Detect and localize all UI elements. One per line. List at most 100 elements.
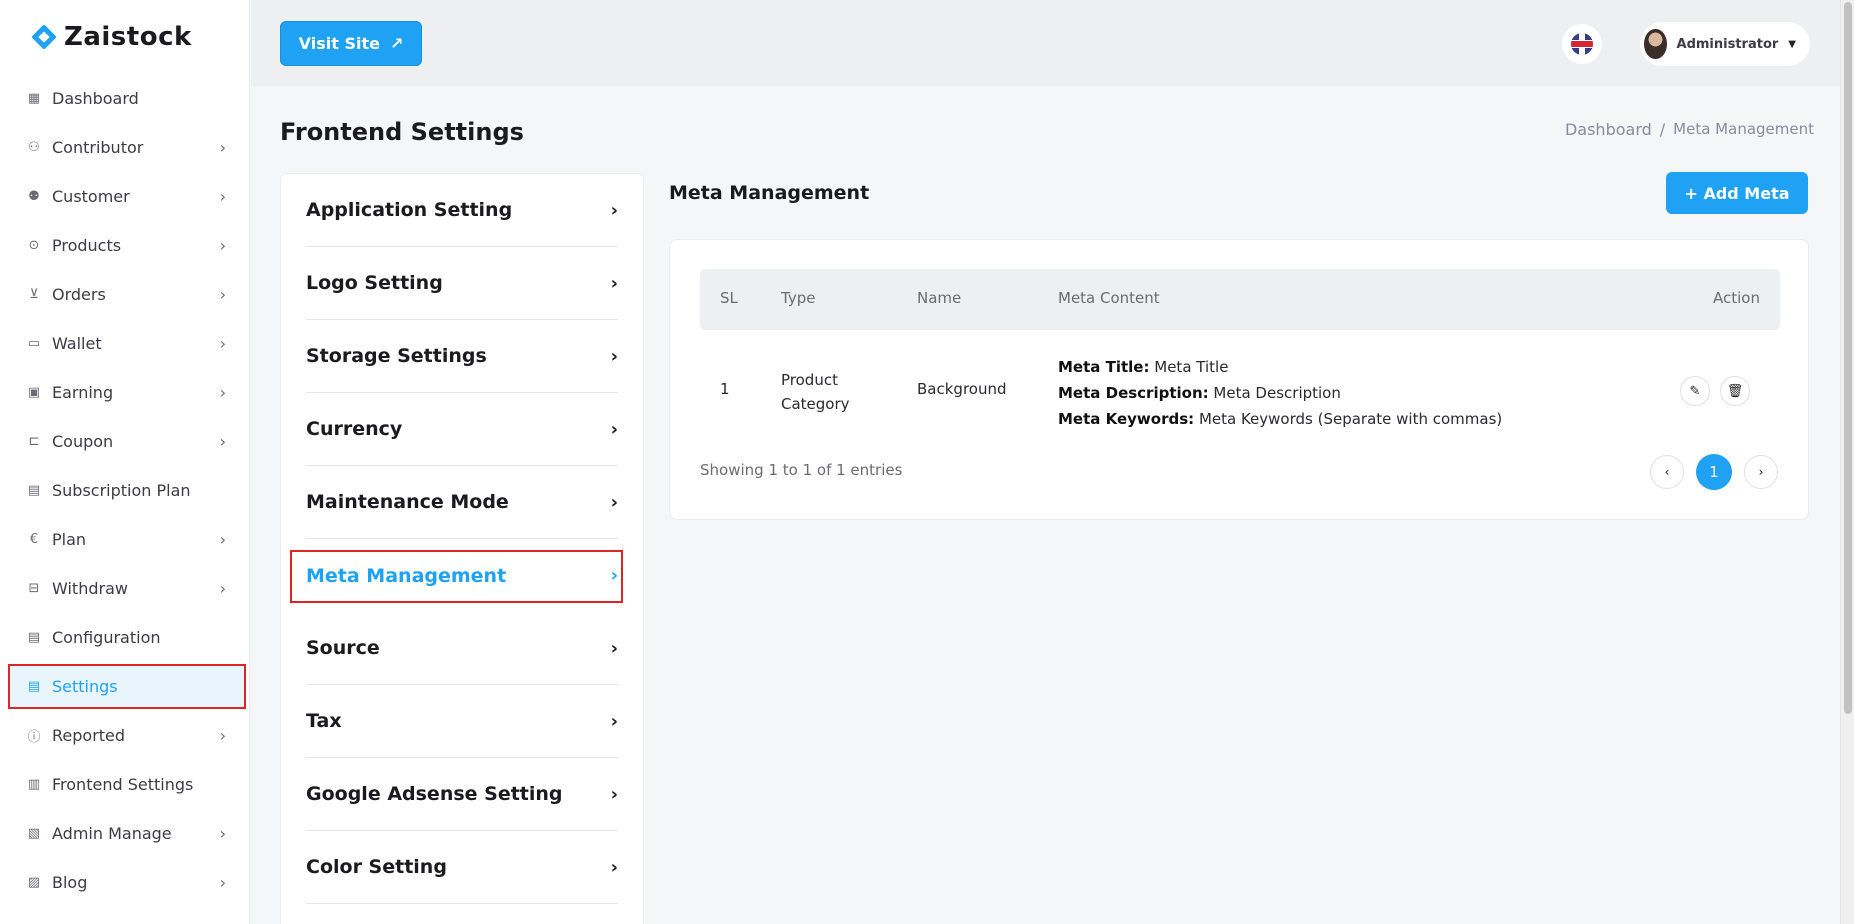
settings-menu-item-application-setting[interactable]: Application Setting › bbox=[306, 174, 618, 247]
settings-menu-item-source[interactable]: Source › bbox=[306, 612, 618, 685]
chevron-right-icon: › bbox=[219, 579, 226, 598]
settings-menu-item-logo-setting[interactable]: Logo Setting › bbox=[306, 247, 618, 320]
sidebar-item-label: Earning bbox=[52, 383, 114, 402]
breadcrumb-dashboard[interactable]: Dashboard bbox=[1565, 120, 1652, 139]
blog-icon: ▨ bbox=[27, 875, 41, 890]
sidebar-item-earning[interactable]: ▣ Earning › bbox=[8, 368, 246, 417]
breadcrumb-separator: / bbox=[1659, 120, 1666, 139]
settings-menu-label: Tax bbox=[306, 710, 342, 732]
settings-menu-item-maintenance-mode[interactable]: Maintenance Mode › bbox=[306, 466, 618, 539]
edit-button[interactable]: ✎ bbox=[1680, 376, 1710, 406]
settings-menu-label: Logo Setting bbox=[306, 272, 443, 294]
meta-title-value: Meta Title bbox=[1154, 358, 1229, 376]
sidebar-item-label: Reported bbox=[52, 726, 126, 745]
column-header-meta-content: Meta Content bbox=[1058, 289, 1160, 307]
sidebar-item-subscription-plan[interactable]: ▤ Subscription Plan bbox=[8, 466, 246, 515]
previous-page-button[interactable]: ‹ bbox=[1650, 455, 1684, 489]
sidebar-item-contributor[interactable]: ⚇ Contributor › bbox=[8, 123, 246, 172]
visit-site-label: Visit Site bbox=[298, 34, 380, 53]
sidebar-item-blog[interactable]: ▨ Blog › bbox=[8, 858, 246, 907]
sidebar-item-admin-manage[interactable]: ▧ Admin Manage › bbox=[8, 809, 246, 858]
vertical-scrollbar[interactable] bbox=[1840, 0, 1854, 924]
chevron-right-icon: › bbox=[219, 236, 226, 255]
settings-menu-item-currency[interactable]: Currency › bbox=[306, 393, 618, 466]
settings-menu-item-color-setting[interactable]: Color Setting › bbox=[306, 831, 618, 904]
sidebar-item-products[interactable]: ⊙ Products › bbox=[8, 221, 246, 270]
chevron-right-icon: › bbox=[610, 637, 618, 659]
meta-keywords-value: Meta Keywords (Separate with commas) bbox=[1198, 410, 1503, 428]
meta-title-label: Meta Title: bbox=[1058, 358, 1150, 376]
chevron-right-icon: › bbox=[219, 530, 226, 549]
cash-icon: ▣ bbox=[27, 385, 41, 400]
column-header-type: Type bbox=[781, 289, 816, 307]
settings-menu-label: Currency bbox=[306, 418, 403, 440]
sidebar-item-withdraw[interactable]: ⊟ Withdraw › bbox=[8, 564, 246, 613]
sidebar-item-label: Admin Manage bbox=[52, 824, 172, 843]
chevron-right-icon: › bbox=[610, 783, 618, 805]
settings-menu-item-google-adsense-setting[interactable]: Google Adsense Setting › bbox=[306, 758, 618, 831]
chevron-right-icon: › bbox=[610, 199, 618, 221]
sidebar-item-label: Blog bbox=[52, 873, 88, 892]
settings-menu-item-meta-management[interactable]: Meta Management › bbox=[290, 539, 623, 612]
admin-icon: ▧ bbox=[27, 826, 41, 841]
chevron-right-icon: › bbox=[610, 345, 618, 367]
brand-logo[interactable]: Zaistock bbox=[30, 22, 192, 52]
cell-meta-content: Meta Title: Meta Title Meta Description:… bbox=[1058, 354, 1502, 432]
cell-sl: 1 bbox=[720, 380, 730, 398]
cart-icon: ⊻ bbox=[29, 287, 39, 302]
sidebar-item-wallet[interactable]: ▭ Wallet › bbox=[8, 319, 246, 368]
user-menu[interactable]: Administrator ▼ bbox=[1640, 22, 1810, 66]
sidebar-item-dashboard[interactable]: ▦ Dashboard bbox=[8, 74, 246, 123]
trash-icon: 🗑 bbox=[1726, 383, 1744, 399]
visit-site-button[interactable]: Visit Site ↗ bbox=[280, 21, 422, 66]
coupon-icon: ⊏ bbox=[28, 434, 40, 449]
table-row: 1 Product Category Background Meta Title… bbox=[700, 350, 1780, 430]
logo-diamond-icon bbox=[30, 23, 58, 51]
sidebar-item-label: Contributor bbox=[52, 138, 144, 157]
settings-menu-item-tax[interactable]: Tax › bbox=[306, 685, 618, 758]
next-page-button[interactable]: › bbox=[1744, 455, 1778, 489]
chevron-right-icon: › bbox=[219, 824, 226, 843]
sidebar-item-frontend-settings[interactable]: ▥ Frontend Settings bbox=[8, 760, 246, 809]
withdraw-icon: ⊟ bbox=[28, 581, 40, 596]
sidebar-item-configuration[interactable]: ▤ Configuration bbox=[8, 613, 246, 662]
wallet-icon: ▭ bbox=[27, 336, 41, 351]
top-bar: Visit Site ↗ Administrator ▼ bbox=[251, 0, 1840, 86]
chevron-right-icon: › bbox=[610, 491, 618, 513]
euro-icon: € bbox=[29, 532, 39, 547]
page-1-button[interactable]: 1 bbox=[1696, 454, 1732, 490]
pencil-icon: ✎ bbox=[1689, 383, 1701, 399]
report-icon: ⓘ bbox=[27, 730, 41, 745]
meta-heading: Meta Management bbox=[669, 182, 870, 204]
user-name: Administrator bbox=[1676, 36, 1779, 52]
sidebar-item-label: Plan bbox=[52, 530, 87, 549]
sidebar-item-customer[interactable]: ⚉ Customer › bbox=[8, 172, 246, 221]
language-switcher[interactable] bbox=[1562, 24, 1602, 64]
sidebar-item-orders[interactable]: ⊻ Orders › bbox=[8, 270, 246, 319]
sidebar-item-coupon[interactable]: ⊏ Coupon › bbox=[8, 417, 246, 466]
subscription-icon: ▤ bbox=[27, 483, 41, 498]
add-meta-button[interactable]: + Add Meta bbox=[1666, 172, 1808, 214]
meta-description-value: Meta Description bbox=[1213, 384, 1341, 402]
delete-button[interactable]: 🗑 bbox=[1720, 376, 1750, 406]
sidebar-item-label: Frontend Settings bbox=[52, 775, 194, 794]
scrollbar-thumb[interactable] bbox=[1844, 2, 1852, 714]
chevron-right-icon: › bbox=[219, 285, 226, 304]
sidebar-item-label: Customer bbox=[52, 187, 130, 206]
settings-menu: Application Setting › Logo Setting › Storage… bbox=[280, 173, 644, 924]
sidebar-item-label: Coupon bbox=[52, 432, 114, 451]
caret-down-icon: ▼ bbox=[1788, 38, 1796, 50]
chevron-right-icon: › bbox=[610, 856, 618, 878]
chevron-right-icon: › bbox=[219, 138, 226, 157]
external-link-icon: ↗ bbox=[389, 34, 404, 53]
settings-menu-item-storage-settings[interactable]: Storage Settings › bbox=[306, 320, 618, 393]
sidebar: Zaistock ▦ Dashboard ⚇ Contributor › ⚉ Custome… bbox=[0, 0, 250, 924]
settings-menu-label: Meta Management bbox=[306, 564, 507, 587]
meta-description-label: Meta Description: bbox=[1058, 384, 1209, 402]
brand-name: Zaistock bbox=[64, 22, 192, 52]
chevron-right-icon: › bbox=[219, 383, 226, 402]
sidebar-item-settings[interactable]: ▤ Settings bbox=[8, 664, 246, 709]
avatar bbox=[1644, 29, 1667, 59]
sidebar-item-plan[interactable]: € Plan › bbox=[8, 515, 246, 564]
sidebar-item-reported[interactable]: ⓘ Reported › bbox=[8, 711, 246, 760]
